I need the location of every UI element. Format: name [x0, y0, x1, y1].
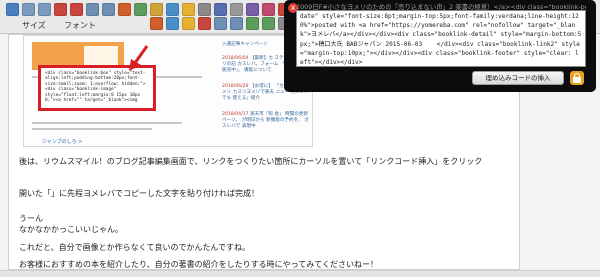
marker-icon[interactable]: [182, 17, 195, 30]
body-paragraph: なかなかかっこいいじゃん。: [19, 225, 123, 234]
sub-icon[interactable]: [230, 17, 243, 30]
right-margin: [522, 92, 600, 277]
strike-icon[interactable]: [198, 17, 211, 30]
hr-icon[interactable]: [230, 3, 243, 16]
body-paragraph: お客様におすすめの本を紹介したり、自分の著書の紹介をしたりする時にやってみてくだ…: [19, 260, 379, 269]
body-paragraph: うーん: [19, 214, 43, 223]
embed-code-popup: x 2009日F#小さなヨメリのための「売り込まない声」2 楽書の極意）</a>…: [284, 0, 596, 92]
sup-icon[interactable]: [214, 17, 227, 30]
body-paragraph: 開いた「」に先程ヨメレバでコピーした文字を貼り付ければ完成！: [19, 189, 259, 198]
embed-code-textarea[interactable]: date" style="font-size:8pt;margin-top:5p…: [296, 10, 586, 67]
font-size-dropdown[interactable]: サイズ: [22, 20, 46, 31]
image-icon[interactable]: [150, 3, 163, 16]
heading-icon[interactable]: [246, 3, 259, 16]
color-icon[interactable]: [118, 3, 131, 16]
redo-icon[interactable]: [38, 3, 51, 16]
font-icon[interactable]: [166, 17, 179, 30]
code-icon[interactable]: [214, 3, 227, 16]
link-icon[interactable]: [166, 3, 179, 16]
outdent-icon[interactable]: [262, 17, 275, 30]
pro-icon[interactable]: [6, 3, 19, 16]
indent-icon[interactable]: [246, 17, 259, 30]
grid-icon[interactable]: [262, 3, 275, 16]
insert-embed-code-button[interactable]: 埋め込みコードの挿入: [472, 71, 564, 85]
bold-icon[interactable]: [54, 3, 67, 16]
table-icon[interactable]: [134, 3, 147, 16]
size-icon[interactable]: [150, 17, 163, 30]
align-icon[interactable]: [86, 3, 99, 16]
quote-icon[interactable]: [198, 3, 211, 16]
body-paragraph: 後は、リウムスマイル！のブログ記事編集画面で、リンクをつくりたい箇所にカーソルを…: [19, 157, 483, 166]
font-family-dropdown[interactable]: フォント: [64, 20, 96, 31]
italic-icon[interactable]: [70, 3, 83, 16]
lock-icon[interactable]: [570, 71, 584, 85]
list-icon[interactable]: [102, 3, 115, 16]
body-paragraph: これだと、自分で画像とか作らなくて良いのでかんたんですね。: [19, 243, 251, 252]
status-bar: [0, 270, 600, 277]
undo-icon[interactable]: [22, 3, 35, 16]
emoji-icon[interactable]: [182, 3, 195, 16]
